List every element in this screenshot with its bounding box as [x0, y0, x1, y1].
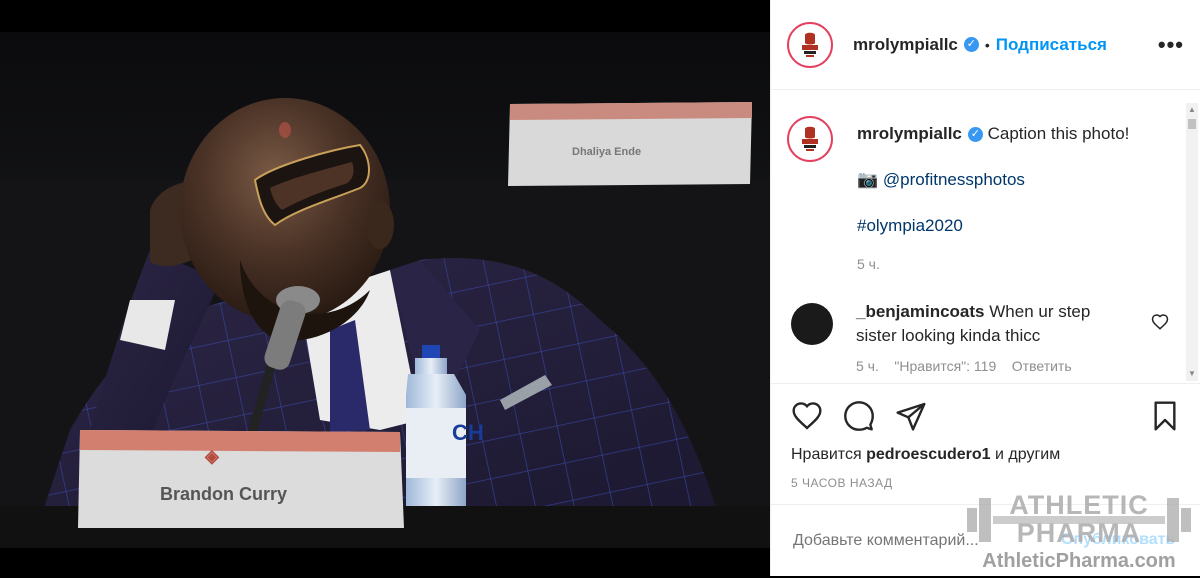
watermark-url: AthleticPharma.com: [982, 550, 1176, 572]
svg-text:◈: ◈: [204, 446, 220, 466]
avatar[interactable]: [787, 21, 833, 68]
caption-text: Caption this photo!: [987, 124, 1130, 143]
comment-meta: 5 ч. "Нравится": 119 Ответить: [856, 358, 1072, 374]
comments-area[interactable]: mrolympiallc ✓ Caption this photo! 📷 @pro…: [771, 91, 1189, 383]
follow-button[interactable]: Подписаться: [996, 35, 1107, 55]
scroll-up-arrow-icon[interactable]: ▲: [1186, 103, 1198, 117]
watermark-line1: ATHLETIC: [1009, 490, 1149, 520]
likes-suffix[interactable]: и другим: [995, 446, 1060, 463]
likes-summary[interactable]: Нравится pedroescudero1 и другим: [791, 446, 1060, 464]
caption-text-block: mrolympiallc ✓ Caption this photo! 📷 @pro…: [857, 116, 1177, 276]
hashtag-link[interactable]: #olympia2020: [857, 216, 963, 235]
watermark-line2: PHARMA: [1016, 518, 1142, 548]
more-icon[interactable]: •••: [1158, 32, 1184, 58]
comment-item: _benjamincoats When ur step sister looki…: [791, 300, 1126, 378]
actions-section: Нравится pedroescudero1 и другим 5 ЧАСОВ…: [771, 383, 1200, 551]
comment-icon[interactable]: [843, 400, 875, 432]
verified-badge-icon: ✓: [967, 127, 983, 143]
share-icon[interactable]: [895, 400, 927, 432]
camera-emoji-icon: 📷: [857, 170, 879, 189]
post-header: mrolympiallc ✓ • Подписаться •••: [771, 0, 1200, 90]
header-username[interactable]: mrolympiallc: [853, 35, 958, 55]
olympia-logo-icon: [791, 25, 829, 64]
name-card-label: Brandon Curry: [160, 484, 288, 504]
header-separator: •: [984, 36, 990, 53]
post-photo[interactable]: CH ◈ Brandon Curry Dhaliya Ende: [0, 0, 770, 576]
verified-badge-icon: ✓: [963, 37, 979, 52]
caption-avatar[interactable]: [787, 116, 833, 162]
olympia-logo-icon: [791, 120, 829, 158]
photo-illustration: CH ◈: [0, 0, 770, 576]
photo-credit-link[interactable]: @profitnessphotos: [883, 170, 1025, 189]
action-icons: [791, 400, 927, 432]
caption-username[interactable]: mrolympiallc: [857, 124, 962, 143]
caption: mrolympiallc ✓ Caption this photo! 📷 @pro…: [787, 116, 1177, 276]
svg-text:CH: CH: [452, 420, 484, 445]
back-name-card-label: Dhaliya Ende: [572, 146, 642, 158]
watermark: ATHLETIC PHARMA AthleticPharma.com: [965, 488, 1193, 574]
comment-username[interactable]: _benjamincoats: [856, 302, 985, 321]
likes-user[interactable]: pedroescudero1: [866, 446, 990, 463]
posted-time[interactable]: 5 ЧАСОВ НАЗАД: [791, 476, 893, 490]
heart-icon[interactable]: [791, 400, 823, 432]
scroll-thumb[interactable]: [1188, 119, 1196, 129]
likes-prefix: Нравится: [791, 446, 862, 463]
scroll-down-arrow-icon[interactable]: ▼: [1186, 367, 1198, 381]
comment-like-heart-icon[interactable]: [1151, 313, 1169, 336]
commenter-avatar[interactable]: [791, 303, 833, 345]
bookmark-icon[interactable]: [1149, 400, 1181, 432]
caption-time: 5 ч.: [857, 256, 880, 272]
comments-scrollbar[interactable]: ▲ ▼: [1186, 103, 1198, 381]
comment-text-block: _benjamincoats When ur step sister looki…: [856, 300, 1126, 378]
